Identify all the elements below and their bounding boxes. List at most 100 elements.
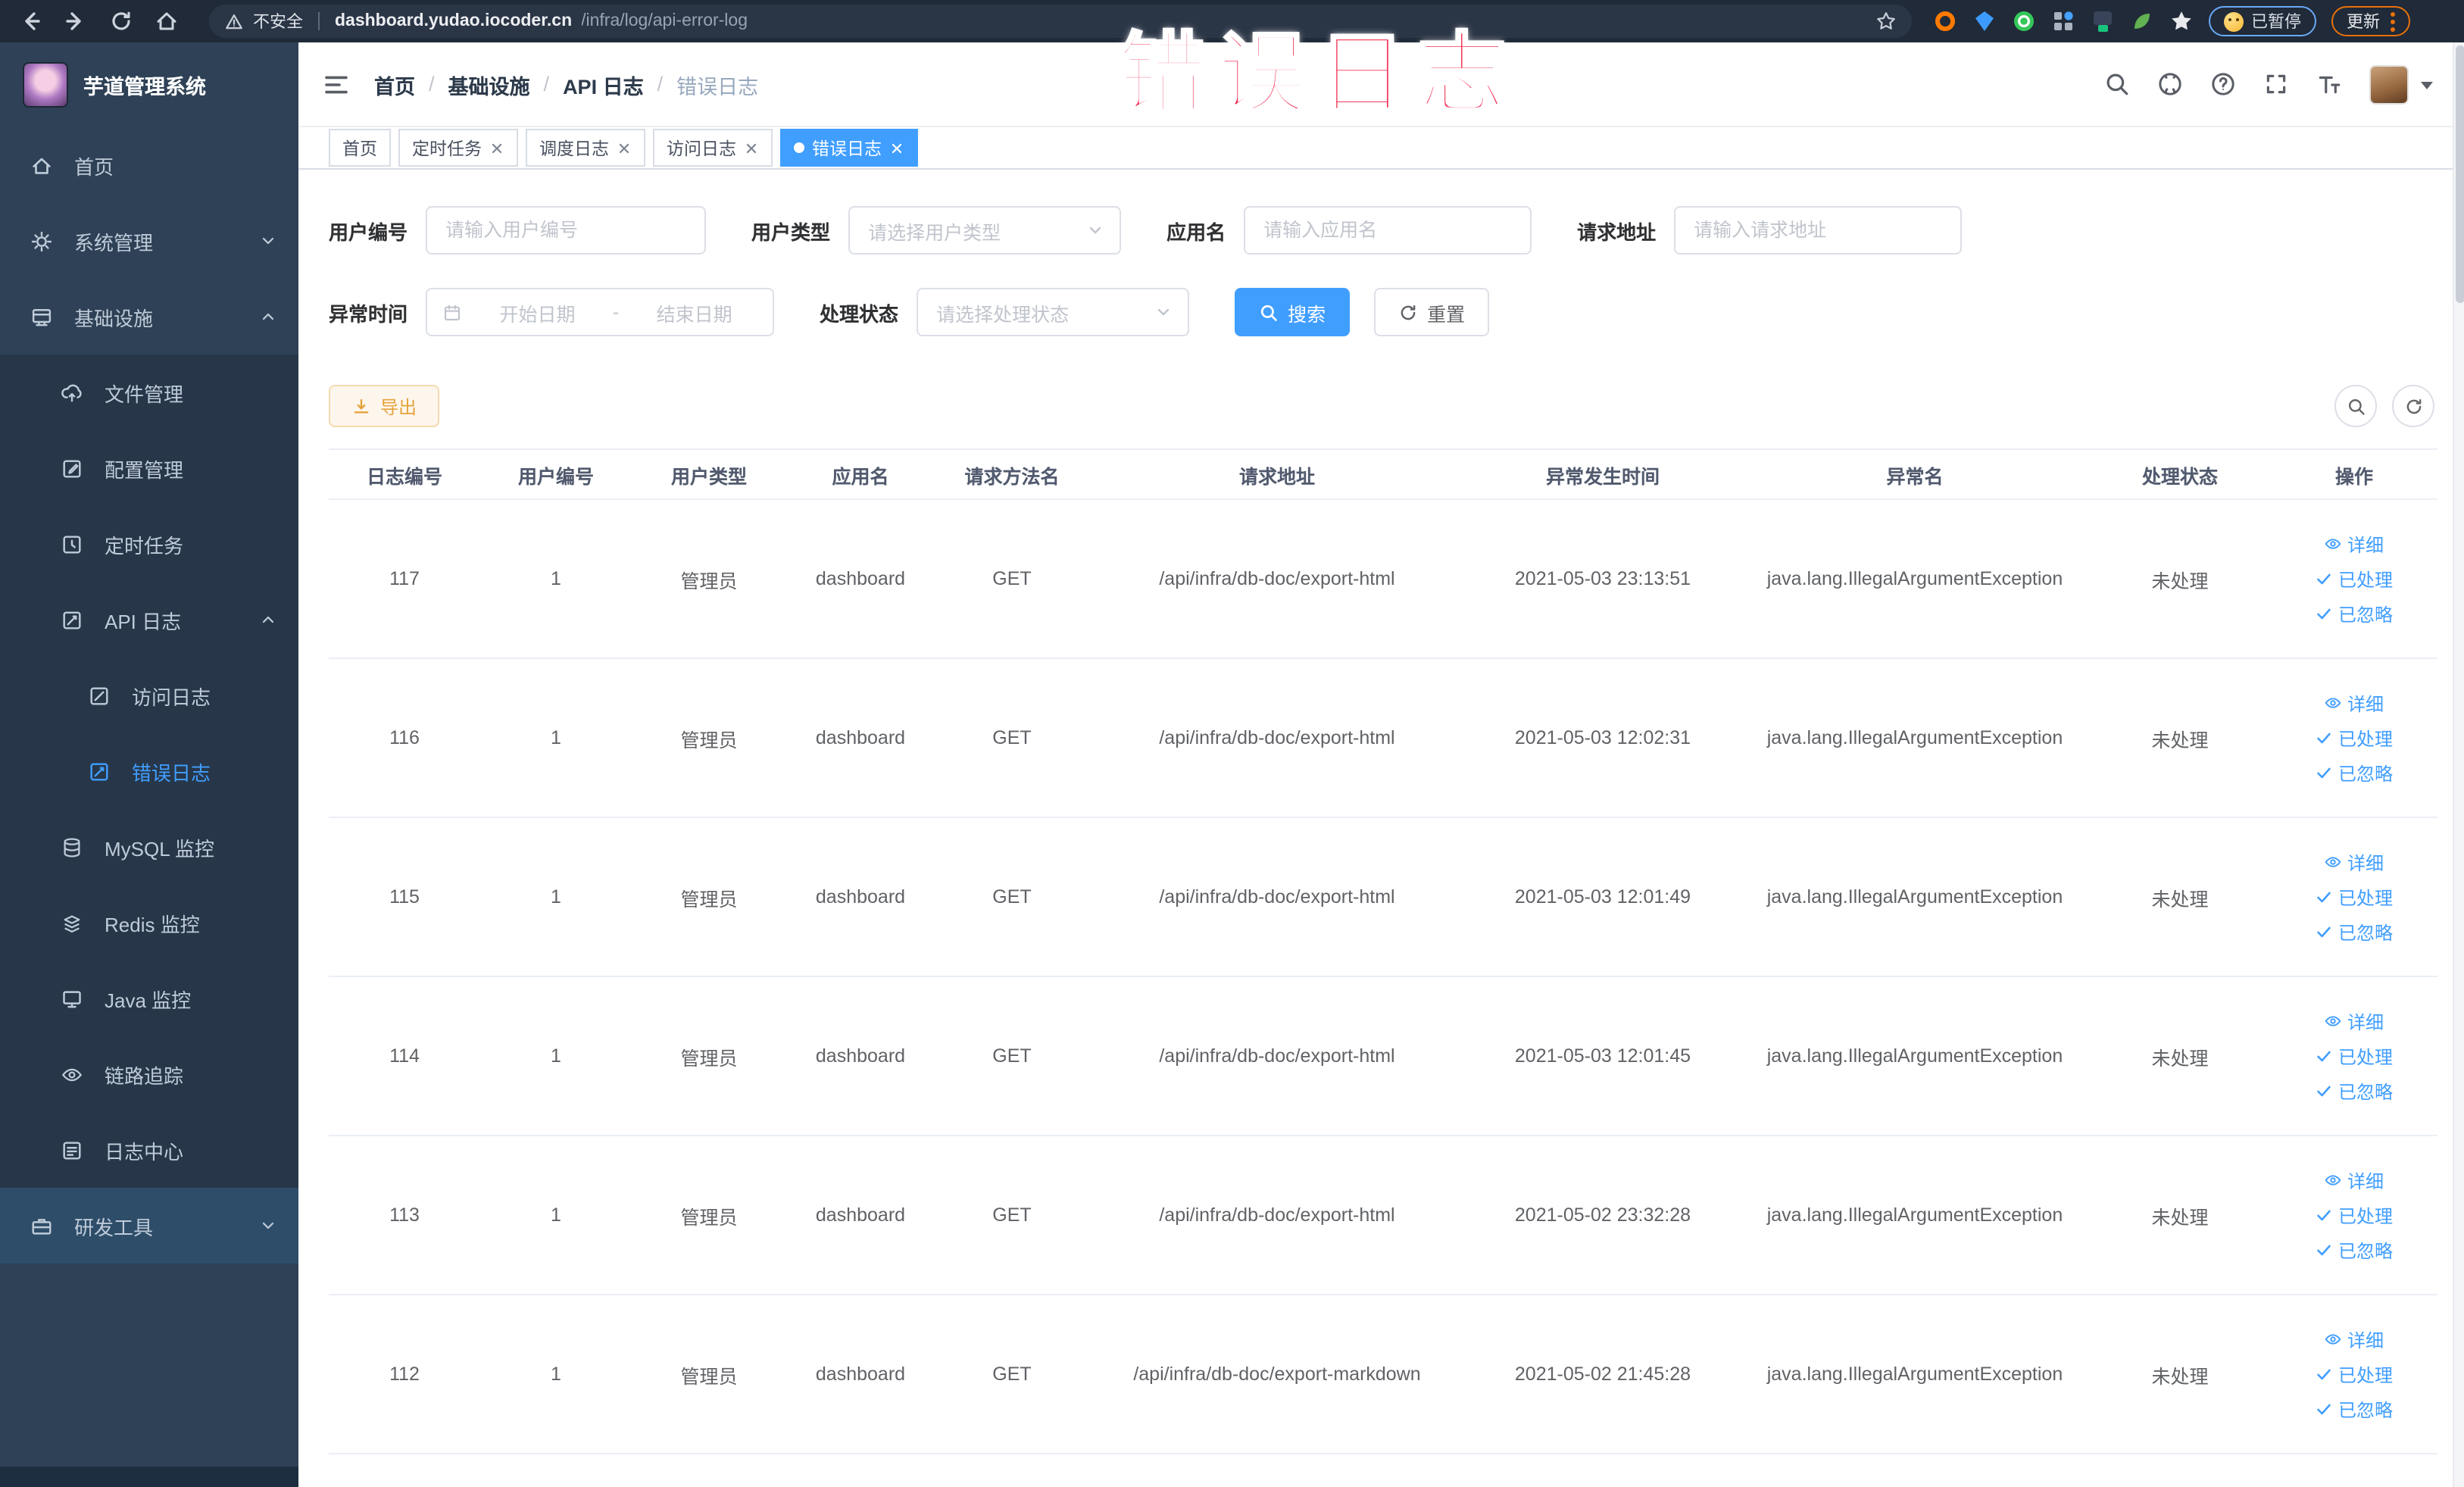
- extension-leaf-icon[interactable]: [2130, 9, 2154, 33]
- column-header: 用户编号: [517, 466, 594, 487]
- browser-home-icon[interactable]: [155, 9, 179, 33]
- cell-user-id: 1: [551, 1045, 561, 1067]
- user-id-input[interactable]: [426, 206, 707, 255]
- sidebar-item-system-management[interactable]: 系统管理: [0, 203, 298, 279]
- extension-blue-icon[interactable]: [1972, 9, 1997, 33]
- toggle-search-button[interactable]: [2334, 385, 2377, 427]
- sidebar-item-mysql-monitor[interactable]: MySQL 监控: [0, 809, 298, 885]
- sidebar-menu: 首页 系统管理 基础设施 文件管理 配置管理 定时任务 API 日志 访问日志 …: [0, 127, 298, 1467]
- search-icon[interactable]: [2104, 71, 2130, 97]
- extension-paused-badge[interactable]: 已暂停: [2209, 6, 2316, 36]
- breadcrumb-api-log[interactable]: API 日志: [563, 69, 644, 99]
- tab-scheduled-jobs[interactable]: 定时任务: [398, 129, 518, 167]
- extension-green-circle-icon[interactable]: [2012, 9, 2036, 33]
- close-icon[interactable]: [889, 140, 904, 155]
- extension-dark-off-icon[interactable]: [2091, 9, 2115, 33]
- mark-ignored-link[interactable]: 已忽略: [2316, 919, 2393, 945]
- sidebar-item-label: 文件管理: [105, 383, 184, 405]
- mark-ignored-link[interactable]: 已忽略: [2316, 1396, 2393, 1422]
- table-toolbar: 导出: [329, 385, 2441, 427]
- sidebar-item-api-log[interactable]: API 日志: [0, 582, 298, 658]
- sidebar-item-access-log[interactable]: 访问日志: [0, 658, 298, 733]
- sidebar-item-java-monitor[interactable]: Java 监控: [0, 961, 298, 1036]
- bookmark-star-icon[interactable]: [1875, 11, 1897, 32]
- sidebar-collapse-bar[interactable]: [0, 1467, 298, 1487]
- detail-link[interactable]: 详细: [2325, 531, 2384, 557]
- font-size-icon[interactable]: [2316, 71, 2342, 97]
- not-secure-warning-icon: [224, 11, 244, 31]
- mark-processed-link[interactable]: 已处理: [2316, 1202, 2393, 1228]
- browser-back-icon[interactable]: [18, 9, 42, 33]
- detail-link[interactable]: 详细: [2325, 849, 2384, 875]
- caret-down-icon: [2419, 77, 2434, 92]
- sidebar-item-infrastructure[interactable]: 基础设施: [0, 279, 298, 355]
- sidebar-item-error-log[interactable]: 错误日志: [0, 733, 298, 809]
- sidebar-item-config-management[interactable]: 配置管理: [0, 430, 298, 506]
- github-icon[interactable]: [2157, 71, 2183, 97]
- detail-link[interactable]: 详细: [2325, 1167, 2384, 1193]
- sidebar-item-home[interactable]: 首页: [0, 127, 298, 203]
- mark-ignored-link[interactable]: 已忽略: [2316, 601, 2393, 626]
- cell-actions: 详细 已处理 已忽略: [2271, 818, 2437, 976]
- cell-user-id: 1: [551, 1204, 561, 1226]
- tab-label: 定时任务: [412, 140, 482, 158]
- sidebar-item-log-center[interactable]: 日志中心: [0, 1112, 298, 1188]
- mark-ignored-label: 已忽略: [2338, 763, 2393, 784]
- mark-processed-link[interactable]: 已处理: [2316, 725, 2393, 751]
- hamburger-icon[interactable]: [323, 70, 350, 98]
- sidebar-item-scheduled-jobs[interactable]: 定时任务: [0, 506, 298, 582]
- export-button[interactable]: 导出: [329, 385, 440, 427]
- close-icon[interactable]: [489, 140, 504, 155]
- detail-link[interactable]: 详细: [2325, 1326, 2384, 1352]
- sidebar-logo[interactable]: 芋道管理系统: [0, 42, 298, 127]
- extension-orange-icon[interactable]: [1933, 9, 1957, 33]
- extension-grid-icon[interactable]: [2051, 9, 2075, 33]
- breadcrumb-infrastructure[interactable]: 基础设施: [448, 69, 530, 99]
- sidebar: 芋道管理系统 首页 系统管理 基础设施 文件管理 配置管理 定时任务 API 日…: [0, 42, 298, 1487]
- sidebar-item-redis-monitor[interactable]: Redis 监控: [0, 885, 298, 961]
- detail-link-label: 详细: [2347, 1170, 2384, 1192]
- app-name-input[interactable]: [1244, 206, 1532, 255]
- sidebar-item-trace[interactable]: 链路追踪: [0, 1036, 298, 1112]
- refresh-table-button[interactable]: [2392, 385, 2434, 427]
- fullscreen-icon[interactable]: [2263, 71, 2289, 97]
- sidebar-item-file-management[interactable]: 文件管理: [0, 355, 298, 430]
- extension-star-icon[interactable]: [2169, 9, 2194, 33]
- tab-schedule-log[interactable]: 调度日志: [526, 129, 645, 167]
- browser-update-button[interactable]: 更新: [2331, 6, 2410, 36]
- tab-home[interactable]: 首页: [329, 129, 391, 167]
- cell-log-id: 113: [389, 1204, 420, 1226]
- close-icon[interactable]: [617, 140, 632, 155]
- process-status-select[interactable]: 请选择处理状态: [917, 288, 1190, 336]
- user-type-select[interactable]: 请选择用户类型: [848, 206, 1122, 255]
- database-icon: [61, 836, 83, 858]
- reset-button[interactable]: 重置: [1374, 288, 1490, 336]
- mark-ignored-link[interactable]: 已忽略: [2316, 1078, 2393, 1104]
- tab-access-log[interactable]: 访问日志: [653, 129, 773, 167]
- detail-link[interactable]: 详细: [2325, 1008, 2384, 1034]
- request-url-input[interactable]: [1674, 206, 1963, 255]
- breadcrumb-home[interactable]: 首页: [374, 69, 415, 99]
- sidebar-item-dev-tools[interactable]: 研发工具: [0, 1188, 298, 1264]
- page-scrollbar[interactable]: [2453, 42, 2464, 1487]
- detail-link[interactable]: 详细: [2325, 690, 2384, 716]
- mark-ignored-link[interactable]: 已忽略: [2316, 760, 2393, 786]
- address-bar[interactable]: 不安全 dashboard.yudao.iocoder.cn/infra/log…: [209, 5, 1912, 38]
- tab-error-log[interactable]: 错误日志: [780, 129, 918, 167]
- mark-processed-link[interactable]: 已处理: [2316, 1361, 2393, 1387]
- mark-processed-link[interactable]: 已处理: [2316, 566, 2393, 592]
- close-icon[interactable]: [744, 140, 759, 155]
- browser-forward-icon[interactable]: [64, 9, 88, 33]
- date-range-picker[interactable]: 开始日期 - 结束日期: [426, 288, 775, 336]
- scrollbar-thumb[interactable]: [2456, 45, 2464, 303]
- mark-processed-link[interactable]: 已处理: [2316, 884, 2393, 910]
- cell-status: 未处理: [2151, 1366, 2209, 1387]
- user-menu[interactable]: [2369, 64, 2434, 104]
- sidebar-item-label: 错误日志: [132, 761, 211, 784]
- browser-reload-icon[interactable]: [109, 9, 133, 33]
- help-icon[interactable]: [2210, 71, 2236, 97]
- mark-processed-link[interactable]: 已处理: [2316, 1043, 2393, 1069]
- mark-ignored-link[interactable]: 已忽略: [2316, 1237, 2393, 1263]
- column-header: 操作: [2334, 466, 2373, 487]
- search-button[interactable]: 搜索: [1235, 288, 1351, 336]
